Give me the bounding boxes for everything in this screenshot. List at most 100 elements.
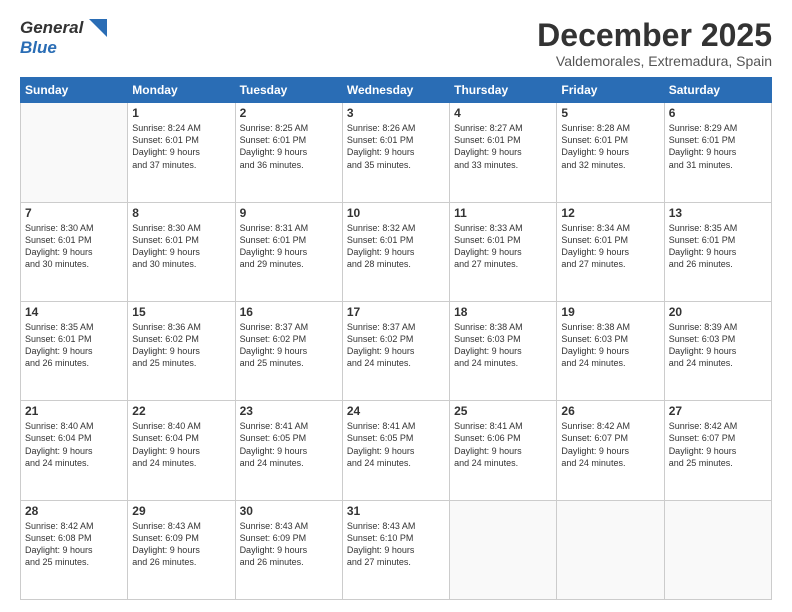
day-info-line: Sunset: 6:01 PM [669, 235, 736, 245]
day-info-line: Daylight: 9 hours [454, 147, 522, 157]
day-number: 30 [240, 504, 338, 518]
day-info: Sunrise: 8:42 AMSunset: 6:07 PMDaylight:… [561, 420, 659, 469]
day-info-line: Daylight: 9 hours [669, 346, 737, 356]
day-info-line: Daylight: 9 hours [240, 446, 308, 456]
day-info-line: Sunrise: 8:41 AM [347, 421, 416, 431]
day-info: Sunrise: 8:41 AMSunset: 6:05 PMDaylight:… [240, 420, 338, 469]
page: General Blue December 2025 Valdemorales,… [0, 0, 792, 612]
day-info-line: Daylight: 9 hours [240, 247, 308, 257]
day-info: Sunrise: 8:31 AMSunset: 6:01 PMDaylight:… [240, 222, 338, 271]
day-number: 14 [25, 305, 123, 319]
day-info-line: Daylight: 9 hours [132, 247, 200, 257]
day-number: 24 [347, 404, 445, 418]
day-info-line: Sunset: 6:01 PM [561, 235, 628, 245]
day-info-line: and 26 minutes. [25, 358, 89, 368]
table-row: 21Sunrise: 8:40 AMSunset: 6:04 PMDayligh… [21, 401, 128, 500]
day-info-line: Daylight: 9 hours [347, 545, 415, 555]
table-row: 26Sunrise: 8:42 AMSunset: 6:07 PMDayligh… [557, 401, 664, 500]
day-info-line: Sunset: 6:03 PM [561, 334, 628, 344]
table-row: 20 Sunrise: 8:39 AM Sunset: 6:03 PM Dayligh… [664, 301, 771, 400]
day-number: 19 [561, 305, 659, 319]
day-info-line: Daylight: 9 hours [669, 446, 737, 456]
table-row: 29Sunrise: 8:43 AMSunset: 6:09 PMDayligh… [128, 500, 235, 599]
day-info-line: Sunset: 6:09 PM [132, 533, 199, 543]
day-info-line: Sunrise: 8:42 AM [669, 421, 738, 431]
table-row: 31 Sunrise: 8:43 AMSunset: 6:10 PMDayligh… [342, 500, 449, 599]
day-info: Sunrise: 8:37 AMSunset: 6:02 PMDaylight:… [240, 321, 338, 370]
day-number: 5 [561, 106, 659, 120]
day-info-line: Daylight: 9 hours [132, 147, 200, 157]
day-info-line: Sunrise: 8:39 AM [669, 322, 738, 332]
day-info-line: Sunrise: 8:30 AM [25, 223, 94, 233]
day-number: 13 [669, 206, 767, 220]
table-row: 27Sunrise: 8:42 AMSunset: 6:07 PMDayligh… [664, 401, 771, 500]
day-number: 15 [132, 305, 230, 319]
day-info-line: and 29 minutes. [240, 259, 304, 269]
table-row: 16 Sunrise: 8:37 AMSunset: 6:02 PMDayligh… [235, 301, 342, 400]
table-row: 3Sunrise: 8:26 AMSunset: 6:01 PMDaylight… [342, 103, 449, 202]
day-info-line: Daylight: 9 hours [454, 446, 522, 456]
day-info-line: Sunset: 6:06 PM [454, 433, 521, 443]
day-info-line: Sunset: 6:01 PM [25, 334, 92, 344]
calendar-week-row: 21Sunrise: 8:40 AMSunset: 6:04 PMDayligh… [21, 401, 772, 500]
day-info-line: and 30 minutes. [132, 259, 196, 269]
day-info-line: Daylight: 9 hours [132, 346, 200, 356]
day-info-line: Sunset: 6:05 PM [240, 433, 307, 443]
day-info: Sunrise: 8:39 AM Sunset: 6:03 PM Daylight:… [669, 321, 767, 370]
day-info-line: Sunset: 6:01 PM [561, 135, 628, 145]
day-info-line: Sunset: 6:01 PM [240, 235, 307, 245]
logo-blue-text: Blue [20, 38, 107, 58]
day-info: Sunrise: 8:41 AM Sunset: 6:06 PM Daylight:… [454, 420, 552, 469]
day-info-line: Sunset: 6:04 PM [132, 433, 199, 443]
logo-flag-icon [85, 19, 107, 37]
day-info: Sunrise: 8:43 AMSunset: 6:10 PMDaylight:… [347, 520, 445, 569]
table-row: 23Sunrise: 8:41 AMSunset: 6:05 PMDayligh… [235, 401, 342, 500]
day-info-line: and 31 minutes. [669, 160, 733, 170]
day-number: 31 [347, 504, 445, 518]
table-row: 6Sunrise: 8:29 AMSunset: 6:01 PMDaylight… [664, 103, 771, 202]
col-sunday: Sunday [21, 78, 128, 103]
calendar-week-row: 7Sunrise: 8:30 AMSunset: 6:01 PMDaylight… [21, 202, 772, 301]
day-info-line: Sunset: 6:01 PM [347, 235, 414, 245]
day-info-line: Daylight: 9 hours [240, 147, 308, 157]
day-info-line: Sunrise: 8:26 AM [347, 123, 416, 133]
day-info-line: and 27 minutes. [347, 557, 411, 567]
table-row: 22Sunrise: 8:40 AMSunset: 6:04 PMDayligh… [128, 401, 235, 500]
day-number: 17 [347, 305, 445, 319]
day-info-line: Daylight: 9 hours [454, 346, 522, 356]
day-info-line: Sunrise: 8:35 AM [669, 223, 738, 233]
day-info-line: Sunrise: 8:30 AM [132, 223, 201, 233]
day-info: Sunrise: 8:32 AMSunset: 6:01 PMDaylight:… [347, 222, 445, 271]
day-info-line: and 25 minutes. [240, 358, 304, 368]
day-info-line: and 24 minutes. [561, 458, 625, 468]
day-info-line: and 25 minutes. [25, 557, 89, 567]
logo: General Blue [20, 18, 107, 58]
day-info-line: and 27 minutes. [561, 259, 625, 269]
day-info-line: Sunset: 6:01 PM [240, 135, 307, 145]
day-info: Sunrise: 8:43 AMSunset: 6:09 PMDaylight:… [240, 520, 338, 569]
day-info-line: Sunrise: 8:25 AM [240, 123, 309, 133]
day-info-line: and 28 minutes. [347, 259, 411, 269]
logo-general-text: General [20, 18, 83, 38]
day-number: 9 [240, 206, 338, 220]
table-row: 17Sunrise: 8:37 AMSunset: 6:02 PMDayligh… [342, 301, 449, 400]
day-info-line: Sunset: 6:03 PM [669, 334, 736, 344]
col-thursday: Thursday [450, 78, 557, 103]
day-info-line: Sunrise: 8:43 AM [347, 521, 416, 531]
day-info: Sunrise: 8:38 AMSunset: 6:03 PMDaylight:… [454, 321, 552, 370]
day-info: Sunrise: 8:34 AMSunset: 6:01 PMDaylight:… [561, 222, 659, 271]
day-number: 1 [132, 106, 230, 120]
day-info-line: Sunrise: 8:41 AM [454, 421, 523, 431]
table-row: 5Sunrise: 8:28 AMSunset: 6:01 PMDaylight… [557, 103, 664, 202]
day-info-line: Daylight: 9 hours [132, 545, 200, 555]
day-number: 16 [240, 305, 338, 319]
day-info-line: Sunset: 6:05 PM [347, 433, 414, 443]
location-subtitle: Valdemorales, Extremadura, Spain [537, 53, 772, 69]
day-number: 20 [669, 305, 767, 319]
table-row: 28Sunrise: 8:42 AMSunset: 6:08 PMDayligh… [21, 500, 128, 599]
day-info-line: Sunset: 6:02 PM [240, 334, 307, 344]
day-info: Sunrise: 8:41 AMSunset: 6:05 PMDaylight:… [347, 420, 445, 469]
table-row: 1Sunrise: 8:24 AMSunset: 6:01 PMDaylight… [128, 103, 235, 202]
header: General Blue December 2025 Valdemorales,… [20, 18, 772, 69]
day-info-line: Daylight: 9 hours [561, 147, 629, 157]
